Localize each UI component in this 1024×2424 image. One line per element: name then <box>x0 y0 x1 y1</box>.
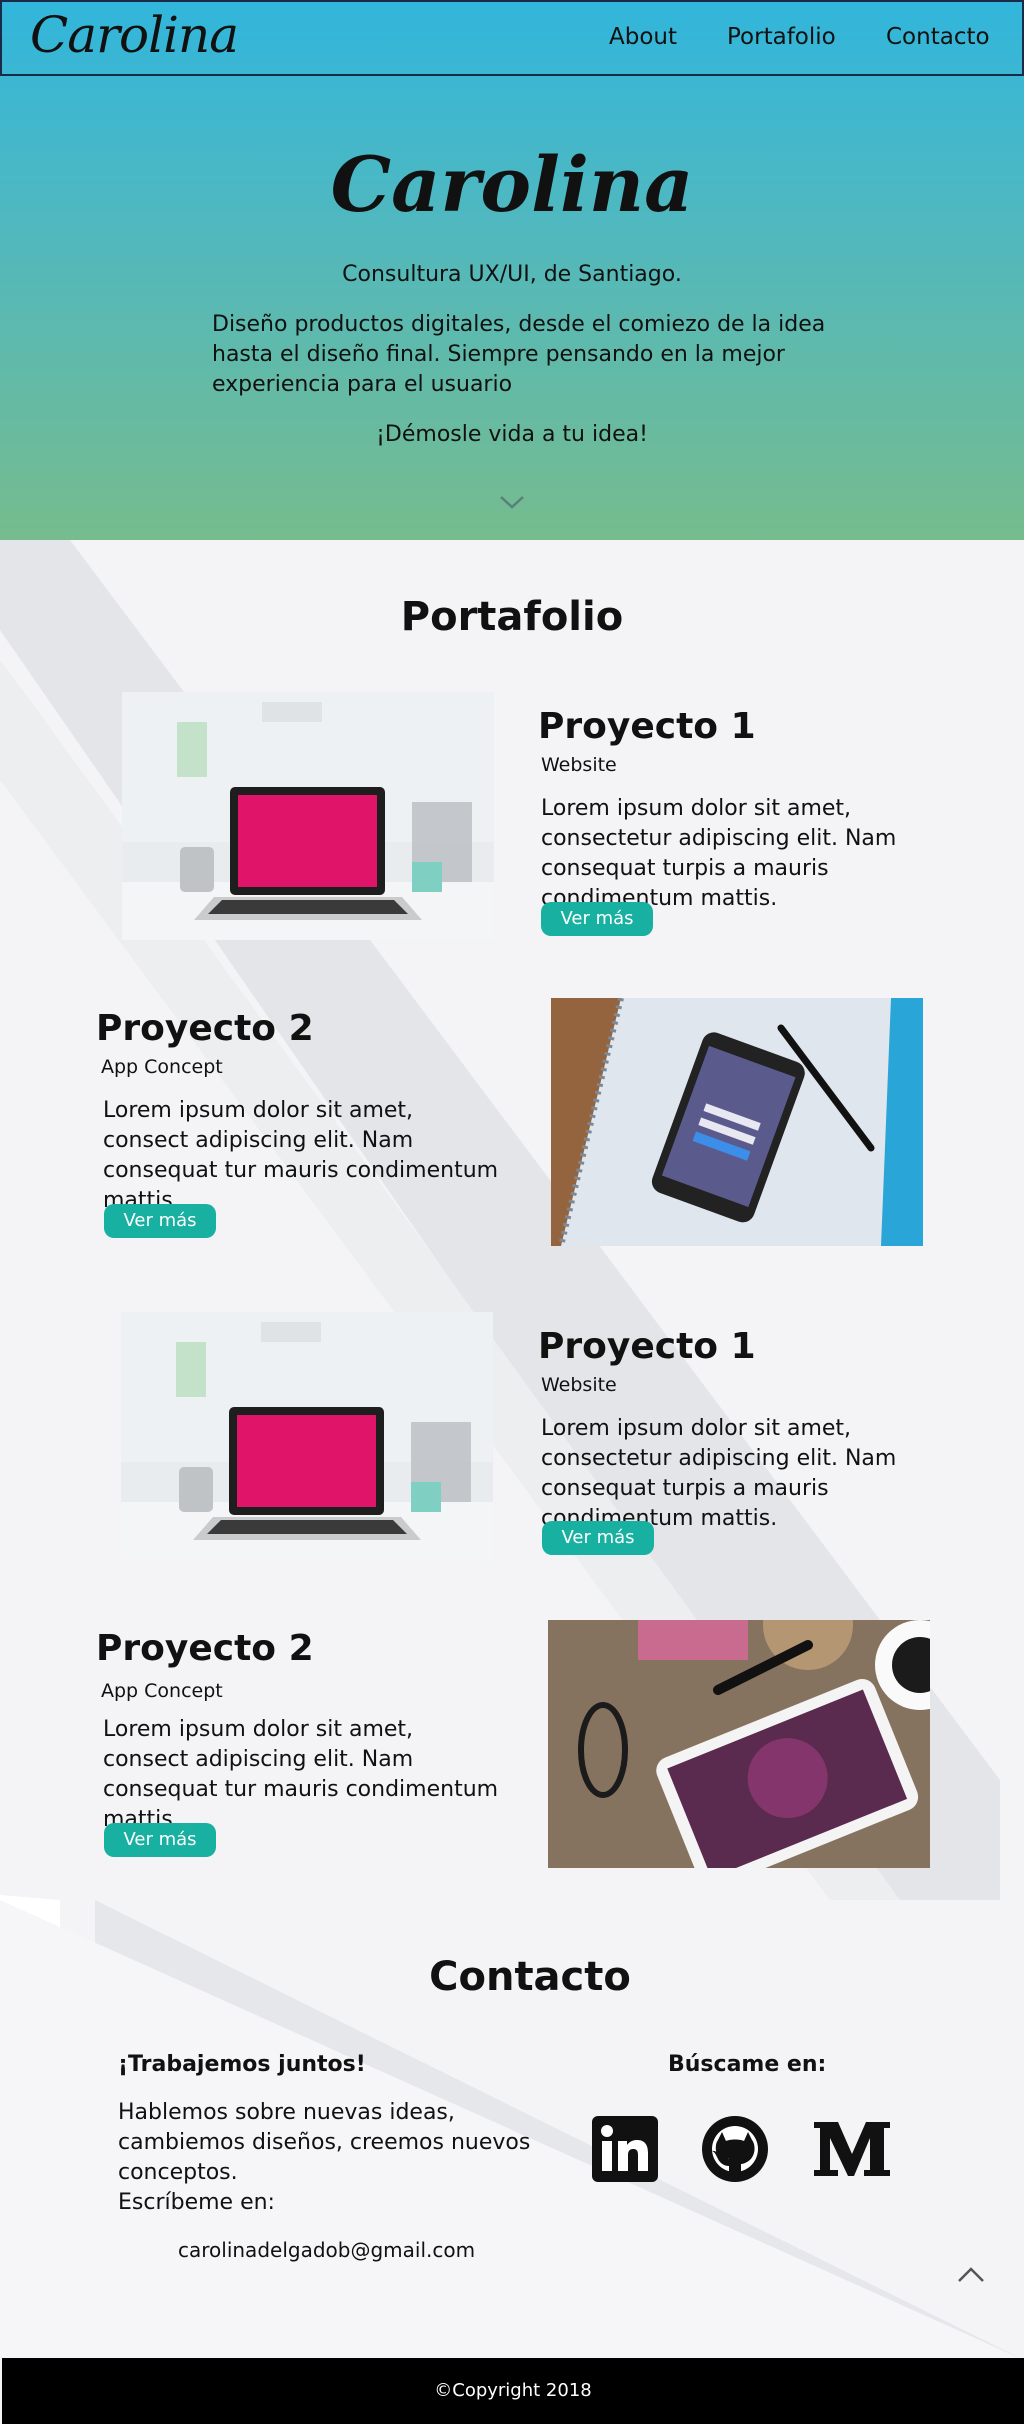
contact-title: Contacto <box>429 1954 631 2000</box>
contact-heading: ¡Trabajemos juntos! <box>118 2052 366 2077</box>
project-title: Proyecto 1 <box>538 706 756 747</box>
project-image-tablet[interactable] <box>548 1620 930 1868</box>
chevron-down-icon[interactable] <box>498 488 526 516</box>
medium-icon[interactable] <box>810 2114 894 2184</box>
hero-cta-text: ¡Démosle vida a tu idea! <box>376 422 648 447</box>
ver-mas-button[interactable]: Ver más <box>104 1823 216 1857</box>
navbar: Carolina About Portafolio Contacto <box>0 0 1024 76</box>
portfolio-title: Portafolio <box>400 594 624 640</box>
project-description: Lorem ipsum dolor sit amet, consect adip… <box>103 1717 499 1832</box>
project-title: Proyecto 2 <box>96 1008 314 1049</box>
scroll-to-top-icon[interactable] <box>956 2260 986 2290</box>
project-title: Proyecto 2 <box>96 1628 314 1669</box>
hero-description: Diseño productos digitales, desde el com… <box>212 312 826 397</box>
project-image-laptop[interactable] <box>122 692 494 940</box>
linkedin-icon[interactable] <box>590 2114 660 2184</box>
project-description: Lorem ipsum dolor sit amet, consectetur … <box>541 796 897 911</box>
project-description: Lorem ipsum dolor sit amet, consectetur … <box>541 1416 897 1531</box>
copyright-text: ©Copyright 2018 <box>434 2380 592 2401</box>
site-logo[interactable]: Carolina <box>30 6 239 64</box>
nav-link-portafolio[interactable]: Portafolio <box>727 24 836 50</box>
project-type: App Concept <box>101 1056 223 1078</box>
project-image-phone[interactable] <box>551 998 923 1246</box>
project-type: Website <box>541 1374 617 1396</box>
hero-title: Carolina <box>330 140 694 229</box>
nav-link-contacto[interactable]: Contacto <box>886 24 990 50</box>
contact-email-link[interactable]: carolinadelgadob@gmail.com <box>178 2238 475 2262</box>
contact-paragraph: Hablemos sobre nuevas ideas, cambiemos d… <box>118 2100 531 2185</box>
social-heading: Búscame en: <box>668 2052 827 2077</box>
ver-mas-button[interactable]: Ver más <box>541 902 653 936</box>
ver-mas-button[interactable]: Ver más <box>542 1521 654 1555</box>
project-description: Lorem ipsum dolor sit amet, consect adip… <box>103 1098 499 1213</box>
project-title: Proyecto 1 <box>538 1326 756 1367</box>
hero-subtitle: Consultura UX/UI, de Santiago. <box>342 262 682 287</box>
github-icon[interactable] <box>700 2114 770 2184</box>
ver-mas-button[interactable]: Ver más <box>104 1204 216 1238</box>
contact-write-label: Escríbeme en: <box>118 2190 275 2215</box>
project-type: App Concept <box>101 1680 223 1702</box>
nav-link-about[interactable]: About <box>609 24 677 50</box>
footer: ©Copyright 2018 <box>2 2358 1024 2424</box>
project-type: Website <box>541 754 617 776</box>
project-image-laptop[interactable] <box>121 1312 493 1560</box>
contact-text: Hablemos sobre nuevas ideas, cambiemos d… <box>118 2098 538 2218</box>
